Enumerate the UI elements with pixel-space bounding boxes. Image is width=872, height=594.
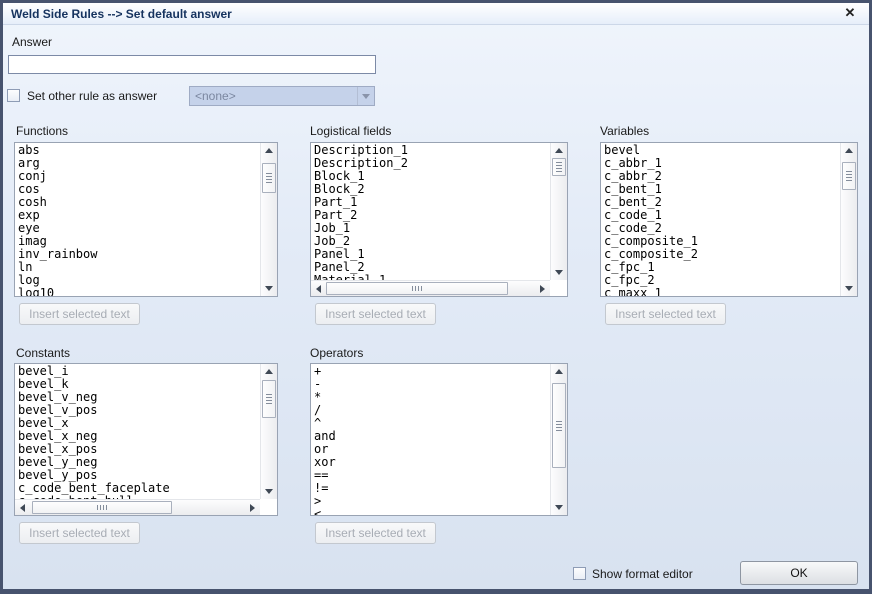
scrollbar-corner <box>260 499 277 515</box>
list-item[interactable]: ^ <box>314 417 550 430</box>
set-other-rule-checkbox[interactable] <box>7 89 20 102</box>
dropdown-arrow-button[interactable] <box>357 87 374 105</box>
list-item[interactable]: ln <box>18 261 260 274</box>
list-item[interactable]: / <box>314 404 550 417</box>
scrollbar-thumb[interactable] <box>552 383 566 468</box>
scroll-right-icon[interactable] <box>535 281 550 296</box>
scroll-left-icon[interactable] <box>15 500 30 515</box>
scroll-left-icon[interactable] <box>311 281 326 296</box>
logistical-fields-list: Description_1Description_2Block_1Block_2… <box>311 143 550 280</box>
scrollbar-thumb[interactable] <box>262 380 276 418</box>
scroll-up-icon[interactable] <box>261 364 277 379</box>
functions-vertical-scrollbar[interactable] <box>260 143 277 296</box>
other-rule-dropdown[interactable]: <none> <box>189 86 375 106</box>
scrollbar-thumb[interactable] <box>842 162 856 190</box>
list-item[interactable]: cosh <box>18 196 260 209</box>
scrollbar-thumb[interactable] <box>262 163 276 193</box>
constants-horizontal-scrollbar[interactable] <box>15 499 260 515</box>
window-title: Weld Side Rules --> Set default answer <box>3 7 232 21</box>
list-item[interactable]: + <box>314 365 550 378</box>
scroll-down-icon[interactable] <box>261 281 277 296</box>
title-bar[interactable]: Weld Side Rules --> Set default answer ✕ <box>3 3 869 25</box>
list-item[interactable]: eye <box>18 222 260 235</box>
scroll-down-icon[interactable] <box>841 281 857 296</box>
constants-insert-button[interactable]: Insert selected text <box>19 522 140 544</box>
variables-insert-button[interactable]: Insert selected text <box>605 303 726 325</box>
scrollbar-thumb[interactable] <box>326 282 508 295</box>
list-item[interactable]: xor <box>314 456 550 469</box>
constants-list: bevel_ibevel_kbevel_v_negbevel_v_posbeve… <box>15 364 260 499</box>
logistical-fields-label: Logistical fields <box>310 124 391 138</box>
constants-listbox: bevel_ibevel_kbevel_v_negbevel_v_posbeve… <box>14 363 278 516</box>
logistical-vertical-scrollbar[interactable] <box>550 143 567 280</box>
functions-insert-button[interactable]: Insert selected text <box>19 303 140 325</box>
functions-listbox: absargconjcoscoshexpeyeimaginv_rainbowln… <box>14 142 278 297</box>
list-item[interactable]: arg <box>18 157 260 170</box>
variables-listbox: bevelc_abbr_1c_abbr_2c_bent_1c_bent_2c_c… <box>600 142 858 297</box>
scroll-up-icon[interactable] <box>841 143 857 158</box>
chevron-down-icon <box>362 94 370 99</box>
list-item[interactable]: exp <box>18 209 260 222</box>
list-item[interactable]: inv_rainbow <box>18 248 260 261</box>
constants-vertical-scrollbar[interactable] <box>260 364 277 499</box>
constants-label: Constants <box>16 346 70 360</box>
answer-input[interactable] <box>8 55 376 74</box>
ok-button[interactable]: OK <box>740 561 858 585</box>
other-rule-dropdown-value: <none> <box>195 89 236 103</box>
list-item[interactable]: != <box>314 482 550 495</box>
scroll-up-icon[interactable] <box>551 143 567 158</box>
scrollbar-thumb[interactable] <box>32 501 172 514</box>
operators-label: Operators <box>310 346 363 360</box>
list-item[interactable]: abs <box>18 144 260 157</box>
scroll-down-icon[interactable] <box>551 500 567 515</box>
variables-label: Variables <box>600 124 649 138</box>
list-item[interactable]: conj <box>18 170 260 183</box>
list-item[interactable]: * <box>314 391 550 404</box>
list-item[interactable]: < <box>314 508 550 515</box>
scroll-down-icon[interactable] <box>261 484 277 499</box>
logistical-fields-listbox: Description_1Description_2Block_1Block_2… <box>310 142 568 297</box>
list-item[interactable]: or <box>314 443 550 456</box>
close-icon[interactable]: ✕ <box>841 4 859 22</box>
scroll-up-icon[interactable] <box>551 364 567 379</box>
operators-list: +-*/^andorxor==!=>< <box>311 364 550 515</box>
answer-label: Answer <box>12 35 52 49</box>
scroll-up-icon[interactable] <box>261 143 277 158</box>
show-format-editor-label: Show format editor <box>592 567 693 581</box>
operators-insert-button[interactable]: Insert selected text <box>315 522 436 544</box>
list-item[interactable]: and <box>314 430 550 443</box>
list-item[interactable]: - <box>314 378 550 391</box>
list-item[interactable]: c_maxx_1 <box>604 287 840 296</box>
operators-listbox: +-*/^andorxor==!=>< <box>310 363 568 516</box>
list-item[interactable]: cos <box>18 183 260 196</box>
variables-vertical-scrollbar[interactable] <box>840 143 857 296</box>
logistical-horizontal-scrollbar[interactable] <box>311 280 550 296</box>
scrollbar-thumb[interactable] <box>552 158 566 176</box>
weld-side-rules-dialog: Weld Side Rules --> Set default answer ✕… <box>0 0 872 594</box>
variables-list: bevelc_abbr_1c_abbr_2c_bent_1c_bent_2c_c… <box>601 143 840 296</box>
list-item[interactable]: log10 <box>18 287 260 296</box>
set-other-rule-label: Set other rule as answer <box>27 89 157 103</box>
list-item[interactable]: > <box>314 495 550 508</box>
functions-label: Functions <box>16 124 68 138</box>
scrollbar-corner <box>550 280 567 296</box>
logistical-insert-button[interactable]: Insert selected text <box>315 303 436 325</box>
functions-list: absargconjcoscoshexpeyeimaginv_rainbowln… <box>15 143 260 296</box>
list-item[interactable]: log <box>18 274 260 287</box>
show-format-editor-checkbox[interactable] <box>573 567 586 580</box>
list-item[interactable]: == <box>314 469 550 482</box>
scroll-down-icon[interactable] <box>551 265 567 280</box>
scroll-right-icon[interactable] <box>245 500 260 515</box>
operators-vertical-scrollbar[interactable] <box>550 364 567 515</box>
